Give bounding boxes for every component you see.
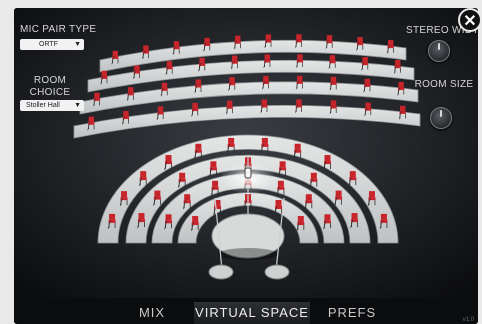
- chair-back: [297, 75, 303, 82]
- mic-base-right: [264, 264, 290, 280]
- chair-back: [121, 191, 128, 198]
- hall-svg: [14, 8, 478, 298]
- chair-back: [192, 216, 199, 223]
- stage-table-shadow: [218, 248, 278, 260]
- plugin-app: MIC PAIR TYPE ORTF ▼ ROOM CHOICE Stoller…: [0, 0, 482, 324]
- chair-back: [227, 100, 233, 107]
- chair-back: [140, 171, 147, 178]
- chair-back: [264, 54, 270, 60]
- chair-back: [134, 65, 140, 71]
- tab-prefs[interactable]: PREFS: [312, 302, 392, 324]
- chair-back: [179, 172, 186, 179]
- chair-back: [329, 55, 336, 61]
- chair-back: [165, 214, 172, 221]
- chair-back: [297, 216, 304, 223]
- version-label: v1.0: [462, 317, 474, 323]
- mic-pair-type-value: ORTF: [39, 41, 58, 48]
- mic-pair-type-dropdown[interactable]: ORTF ▼: [20, 39, 84, 50]
- chair-back: [138, 213, 145, 220]
- room-choice-label: ROOM CHOICE: [29, 75, 71, 98]
- chair-back: [265, 34, 271, 40]
- chair-back: [210, 161, 217, 168]
- mic-pair-type-label: MIC PAIR TYPE: [20, 24, 97, 35]
- chair-back: [195, 143, 202, 150]
- chair-back: [324, 155, 331, 162]
- chair-back: [365, 102, 371, 108]
- chair-back: [128, 87, 134, 93]
- chair-back: [232, 55, 238, 62]
- stereo-width-knob[interactable]: [428, 40, 450, 62]
- room-choice-dropdown[interactable]: Stoller Hall ▼: [20, 100, 84, 111]
- chair-back: [229, 77, 235, 83]
- chair-back: [388, 40, 394, 46]
- room-size-knob[interactable]: [430, 107, 452, 129]
- tab-virtual-space[interactable]: VIRTUAL SPACE: [194, 302, 310, 324]
- chair-back: [166, 61, 173, 67]
- chair-back: [261, 137, 268, 144]
- microphone-icon[interactable]: [244, 167, 252, 179]
- close-icon: ✕: [463, 13, 477, 30]
- chair-back: [157, 106, 164, 112]
- chair-back: [310, 172, 317, 179]
- room-choice-value: Stoller Hall: [26, 102, 60, 109]
- chair-back: [277, 180, 284, 187]
- chair-back: [368, 191, 375, 198]
- chair-back: [192, 102, 198, 109]
- chair-back: [279, 161, 286, 168]
- tab-mix[interactable]: MIX: [112, 302, 192, 324]
- chair-back: [109, 213, 116, 220]
- chair-back: [362, 57, 368, 63]
- chair-back: [88, 116, 94, 123]
- chair-back: [349, 171, 356, 178]
- chair-back: [101, 70, 107, 77]
- chair-back: [261, 99, 267, 105]
- chair-back: [351, 213, 358, 220]
- chair-back: [357, 37, 363, 43]
- chevron-down-icon: ▼: [74, 102, 81, 109]
- chair-back: [184, 194, 191, 201]
- chair-back: [161, 82, 168, 89]
- chair-back: [204, 37, 210, 44]
- chair-back: [263, 75, 269, 82]
- chair-back: [364, 78, 370, 85]
- chevron-down-icon: ▼: [74, 41, 81, 48]
- chair-back: [143, 45, 149, 51]
- room-size-label: ROOM SIZE: [414, 79, 474, 90]
- chair-back: [212, 180, 219, 187]
- chair-back: [296, 34, 302, 40]
- chair-back: [330, 76, 337, 83]
- close-button[interactable]: ✕: [458, 8, 482, 32]
- chair-back: [380, 213, 387, 220]
- chair-back: [173, 41, 180, 47]
- chair-back: [296, 99, 302, 105]
- chair-back: [395, 60, 401, 66]
- chair-back: [154, 190, 161, 197]
- chair-back: [112, 50, 118, 57]
- chair-back: [123, 110, 129, 117]
- chair-back: [199, 57, 205, 64]
- chair-back: [235, 35, 241, 42]
- chair-back: [94, 92, 100, 99]
- chair-back: [294, 143, 301, 150]
- chair-back: [330, 100, 337, 106]
- chair-back: [165, 155, 172, 162]
- tab-bar: MIX VIRTUAL SPACE PREFS: [14, 298, 478, 324]
- chair-back: [326, 35, 333, 41]
- chair-back: [324, 214, 331, 221]
- chair-back: [400, 105, 406, 112]
- chair-back: [398, 81, 404, 88]
- chair-back: [275, 199, 282, 206]
- chair-back: [335, 190, 342, 197]
- chair-back: [228, 137, 235, 144]
- chair-back: [195, 79, 201, 85]
- chair-back: [297, 54, 303, 60]
- chair-back: [305, 194, 312, 201]
- plugin-window: MIC PAIR TYPE ORTF ▼ ROOM CHOICE Stoller…: [14, 8, 478, 324]
- mic-base-left: [208, 264, 234, 280]
- virtual-space-stage: MIC PAIR TYPE ORTF ▼ ROOM CHOICE Stoller…: [14, 8, 478, 298]
